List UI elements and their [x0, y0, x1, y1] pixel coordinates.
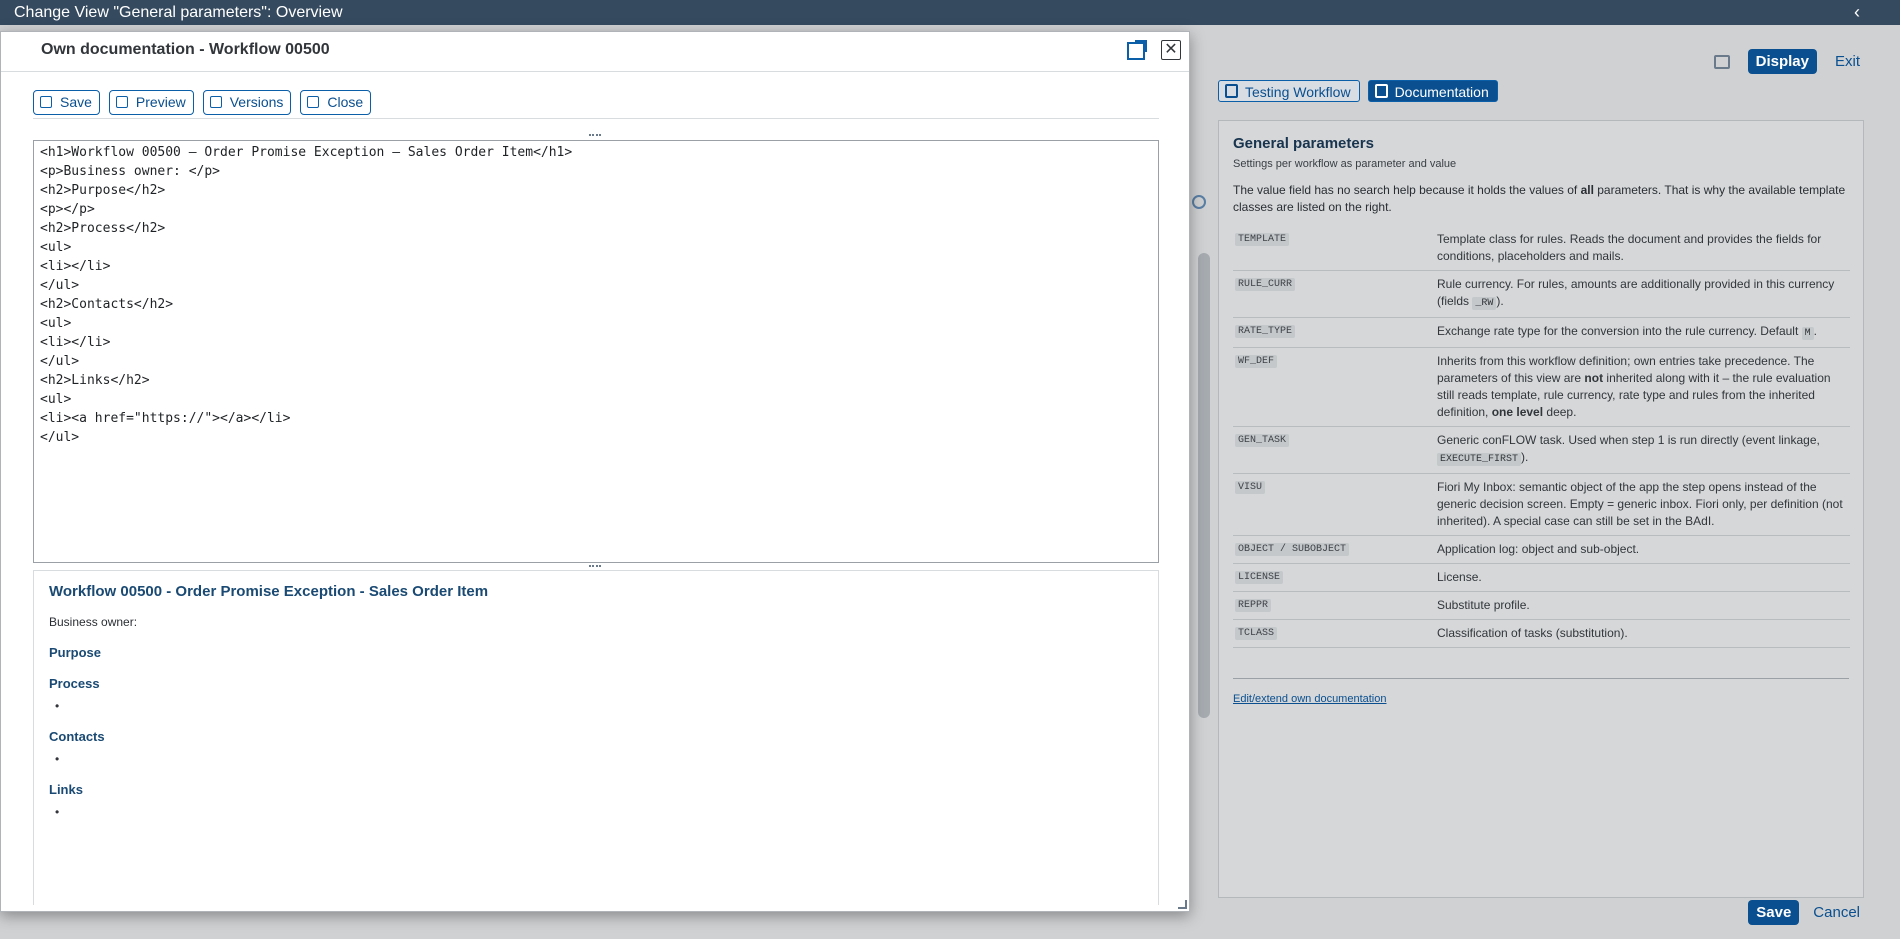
param-desc: Application log: object and sub-object.	[1435, 535, 1850, 564]
param-desc: Template class for rules. Reads the docu…	[1435, 226, 1850, 271]
doc-title: General parameters	[1233, 135, 1374, 152]
print-icon[interactable]	[1713, 54, 1730, 69]
tab-testing-workflow[interactable]: Testing Workflow	[1218, 80, 1360, 102]
tab-label: Testing Workflow	[1245, 84, 1351, 100]
tab-label: Documentation	[1394, 84, 1489, 100]
table-row: REPPR Substitute profile.	[1233, 591, 1850, 620]
dialog-header: Own documentation - Workflow 00500 ✕	[1, 32, 1189, 72]
doc-subtitle: Settings per workflow as parameter and v…	[1233, 158, 1457, 170]
table-row: OBJECT / SUBOBJECT Application log: objec…	[1233, 535, 1850, 564]
param-desc: Substitute profile.	[1435, 591, 1850, 620]
versions-icon	[209, 96, 222, 108]
preview-heading: Workflow 00500 - Order Promise Exception…	[49, 583, 489, 600]
param-desc: Classification of tasks (substitution).	[1435, 619, 1850, 648]
workflow-icon	[1225, 84, 1238, 98]
param-key: RULE_CURR	[1235, 278, 1296, 291]
button-label: Save	[60, 94, 92, 110]
table-row: LICENSE License.	[1233, 563, 1850, 592]
button-label: Preview	[135, 94, 186, 110]
table-row: RULE_CURR Rule currency. For rules, amoun…	[1233, 270, 1850, 318]
param-desc: Inherits from this workflow definition; …	[1435, 347, 1850, 427]
param-key: REPPR	[1235, 599, 1272, 612]
table-row: RATE_TYPE Exchange rate type for the conv…	[1233, 317, 1850, 348]
edit-documentation-link[interactable]: Edit/extend own documentation	[1233, 678, 1849, 705]
editor-text[interactable]: <h1>Workflow 00500 – Order Promise Excep…	[40, 143, 1152, 447]
preview-business-owner: Business owner:	[49, 615, 138, 629]
button-label: Close	[327, 94, 364, 110]
preview-section-process: Process	[49, 676, 100, 691]
param-key: VISU	[1235, 481, 1266, 494]
table-row: TEMPLATE Template class for rules. Reads …	[1233, 226, 1850, 271]
panel-tabs: Testing Workflow Documentation	[1218, 80, 1498, 102]
list-item: •	[55, 699, 60, 713]
resize-handle[interactable]	[1178, 900, 1187, 909]
param-desc: Rule currency. For rules, amounts are ad…	[1435, 270, 1850, 318]
preview-pane: Workflow 00500 - Order Promise Exception…	[33, 570, 1159, 905]
param-key: TCLASS	[1235, 627, 1278, 640]
versions-button[interactable]: Versions	[202, 90, 292, 115]
list-item: •	[55, 805, 60, 819]
back-icon[interactable]: ‹	[1854, 0, 1860, 25]
preview-section-links: Links	[49, 782, 83, 797]
param-key: RATE_TYPE	[1235, 325, 1296, 338]
parameter-table: TEMPLATE Template class for rules. Reads …	[1233, 226, 1850, 648]
param-desc: Fiori My Inbox: semantic object of the a…	[1435, 473, 1850, 536]
table-row: TCLASS Classification of tasks (substitut…	[1233, 619, 1850, 648]
gear-icon[interactable]	[1192, 195, 1206, 209]
doc-intro: The value field has no search help becau…	[1233, 183, 1846, 214]
documentation-panel: General parameters Settings per workflow…	[1218, 120, 1864, 898]
preview-button[interactable]: Preview	[108, 90, 194, 115]
param-key: GEN_TASK	[1235, 434, 1290, 447]
param-key: OBJECT / SUBOBJECT	[1235, 543, 1350, 556]
scrollbar[interactable]	[1198, 253, 1210, 718]
param-desc: Exchange rate type for the conversion in…	[1435, 317, 1850, 348]
shell-bar: Change View "General parameters": Overvi…	[0, 0, 1900, 25]
close-icon	[307, 96, 320, 108]
divider	[33, 118, 1159, 119]
param-desc: Generic conFLOW task. Used when step 1 i…	[1435, 426, 1850, 474]
save-button[interactable]: Save	[33, 90, 100, 115]
dialog-title: Own documentation - Workflow 00500	[41, 41, 330, 58]
param-key: WF_DEF	[1235, 355, 1278, 368]
list-item: •	[55, 752, 60, 766]
tab-documentation[interactable]: Documentation	[1367, 80, 1498, 102]
close-icon[interactable]: ✕	[1161, 40, 1181, 60]
table-row: WF_DEF Inherits from this workflow defini…	[1233, 347, 1850, 427]
splitter-grip[interactable]	[589, 565, 601, 569]
preview-section-contacts: Contacts	[49, 729, 105, 744]
preview-section-purpose: Purpose	[49, 645, 102, 660]
param-key: TEMPLATE	[1235, 233, 1290, 246]
html-editor[interactable]: <h1>Workflow 00500 – Order Promise Excep…	[33, 140, 1159, 563]
shell-title: Change View "General parameters": Overvi…	[14, 4, 343, 21]
glasses-icon	[115, 96, 128, 108]
close-button[interactable]: Close	[300, 90, 372, 115]
splitter-grip[interactable]	[589, 134, 601, 138]
param-desc: License.	[1435, 563, 1850, 592]
page-actions: Display Exit	[1713, 49, 1860, 74]
documentation-dialog: Own documentation - Workflow 00500 ✕ Sav…	[0, 31, 1190, 912]
param-key: LICENSE	[1235, 571, 1284, 584]
info-icon	[1374, 84, 1388, 98]
button-label: Versions	[229, 94, 284, 110]
save-icon	[40, 96, 52, 108]
save-button[interactable]: Save	[1748, 900, 1800, 925]
table-row: GEN_TASK Generic conFLOW task. Used when …	[1233, 426, 1850, 474]
expand-icon[interactable]	[1127, 40, 1147, 60]
table-row: VISU Fiori My Inbox: semantic object of t…	[1233, 473, 1850, 536]
exit-button[interactable]: Exit	[1835, 53, 1860, 70]
display-button[interactable]: Display	[1747, 49, 1817, 74]
dialog-toolbar: Save Preview Versions Close	[33, 90, 372, 115]
page-footer: Save Cancel	[1748, 900, 1860, 925]
cancel-button[interactable]: Cancel	[1813, 904, 1860, 921]
